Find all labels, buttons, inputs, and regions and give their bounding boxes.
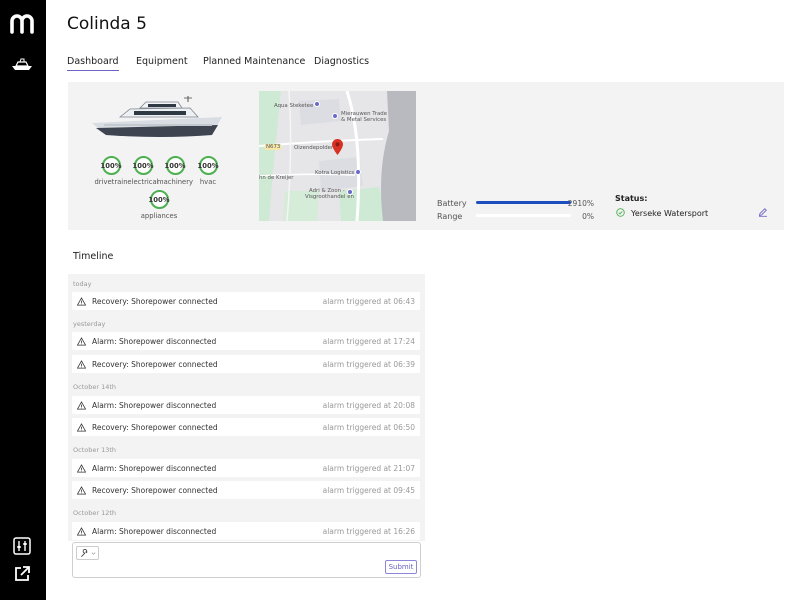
wrench-icon	[80, 548, 88, 557]
tab-planned-maintenance[interactable]: Planned Maintenance	[203, 56, 305, 70]
gauge-value: 100%	[165, 156, 186, 175]
comment-composer: Submit	[72, 542, 421, 578]
timeline-entry-time: alarm triggered at 06:50	[322, 422, 415, 432]
gauge-label: appliances	[140, 212, 178, 220]
timeline-entry-time: alarm triggered at 17:24	[322, 336, 415, 346]
timeline-entry[interactable]: Recovery: Shorepower connected alarm tri…	[72, 481, 420, 499]
map-poi-icon	[355, 169, 361, 175]
timeline-date-label: yesterday	[73, 320, 106, 328]
warning-icon	[77, 422, 86, 432]
timeline-entry[interactable]: Alarm: Shorepower disconnected alarm tri…	[72, 522, 420, 540]
timeline-date-label: October 14th	[73, 383, 117, 391]
warning-icon	[77, 400, 86, 410]
timeline-entry-time: alarm triggered at 21:07	[322, 463, 415, 473]
timeline-entry[interactable]: Alarm: Shorepower disconnected alarm tri…	[72, 459, 420, 477]
timeline-entry-time: alarm triggered at 06:39	[322, 359, 415, 369]
map-poi-icon	[347, 189, 353, 195]
timeline-entry-text: Recovery: Shorepower connected	[92, 422, 218, 432]
map-label: Aqua Steketee	[274, 103, 314, 109]
page-title: Colinda 5	[67, 14, 147, 34]
timeline-list[interactable]: today Recovery: Shorepower connected ala…	[68, 274, 425, 541]
timeline-date-label: October 12th	[73, 509, 117, 517]
timeline-entry-text: Alarm: Shorepower disconnected	[92, 400, 217, 410]
pencil-icon[interactable]	[758, 207, 768, 217]
range-value: 0%	[582, 212, 594, 221]
timeline-entry-text: Recovery: Shorepower connected	[92, 485, 218, 495]
sliders-icon[interactable]	[13, 537, 31, 555]
gauge-value: 100%	[101, 156, 122, 175]
map-label: & Metal Services	[341, 117, 387, 123]
battery-value: 2910%	[567, 199, 594, 208]
sidebar	[0, 0, 46, 600]
timeline-entry-text: Recovery: Shorepower connected	[92, 296, 218, 306]
timeline-entry-time: alarm triggered at 16:26	[322, 526, 415, 536]
check-circle-icon	[616, 208, 625, 217]
map-label: Visgroothandel en	[305, 194, 354, 200]
range-label: Range	[437, 212, 463, 221]
comment-input[interactable]	[103, 546, 383, 560]
map-poi-icon	[314, 101, 320, 107]
timeline-entry-text: Alarm: Shorepower disconnected	[92, 463, 217, 473]
external-link-icon[interactable]	[13, 565, 31, 583]
timeline-entry[interactable]: Alarm: Shorepower disconnected alarm tri…	[72, 332, 420, 350]
warning-icon	[77, 336, 86, 346]
timeline-entry-time: alarm triggered at 09:45	[322, 485, 415, 495]
status-title: Status:	[615, 194, 648, 203]
map-pin-icon[interactable]	[332, 139, 343, 155]
tab-equipment[interactable]: Equipment	[136, 56, 188, 70]
timeline-entry-time: alarm triggered at 06:43	[322, 296, 415, 306]
tab-diagnostics[interactable]: Diagnostics	[314, 56, 369, 70]
timeline-title: Timeline	[73, 251, 114, 262]
map-label: hn de Kreijer	[259, 175, 294, 181]
gauge-label: hvac	[199, 178, 217, 186]
warning-icon	[77, 296, 86, 306]
warning-icon	[77, 359, 86, 369]
gauge-value: 100%	[149, 190, 170, 209]
timeline-entry-text: Alarm: Shorepower disconnected	[92, 336, 217, 346]
timeline-date-label: today	[73, 280, 92, 288]
gauge-appliances: 100% appliances	[139, 190, 179, 220]
timeline-entry-text: Alarm: Shorepower disconnected	[92, 526, 217, 536]
gauge-value: 100%	[198, 156, 219, 175]
chevron-down-icon	[91, 551, 95, 555]
battery-label: Battery	[437, 199, 467, 208]
wrench-dropdown-button[interactable]	[76, 546, 99, 560]
timeline-entry[interactable]: Alarm: Shorepower disconnected alarm tri…	[72, 396, 420, 414]
map-poi-icon	[332, 113, 338, 119]
map-label: Oizendepolder	[294, 145, 334, 151]
gauge-hvac: 100% hvac	[188, 156, 228, 186]
timeline-entry[interactable]: Recovery: Shorepower connected alarm tri…	[72, 418, 420, 436]
gauge-value: 100%	[133, 156, 154, 175]
warning-icon	[77, 485, 86, 495]
yacht-icon[interactable]	[10, 56, 34, 72]
brand-logo-icon[interactable]	[10, 12, 34, 34]
map-terrain	[259, 91, 416, 221]
warning-icon	[77, 463, 86, 473]
timeline-entry-text: Recovery: Shorepower connected	[92, 359, 218, 369]
tab-dashboard[interactable]: Dashboard	[67, 56, 119, 71]
timeline-entry-time: alarm triggered at 20:08	[322, 400, 415, 410]
timeline-entry[interactable]: Recovery: Shorepower connected alarm tri…	[72, 355, 420, 373]
status-location: Yerseke Watersport	[631, 209, 709, 218]
timeline-date-label: October 13th	[73, 446, 117, 454]
submit-button[interactable]: Submit	[385, 560, 417, 574]
warning-icon	[77, 526, 86, 536]
map-road-label: N673	[265, 144, 282, 150]
location-map[interactable]: Aqua Steketee Mierauwen Trade & Metal Se…	[259, 91, 416, 221]
timeline-entry[interactable]: Recovery: Shorepower connected alarm tri…	[72, 292, 420, 310]
map-label: Kotra Logistics	[315, 170, 355, 176]
yacht-image	[92, 96, 222, 137]
